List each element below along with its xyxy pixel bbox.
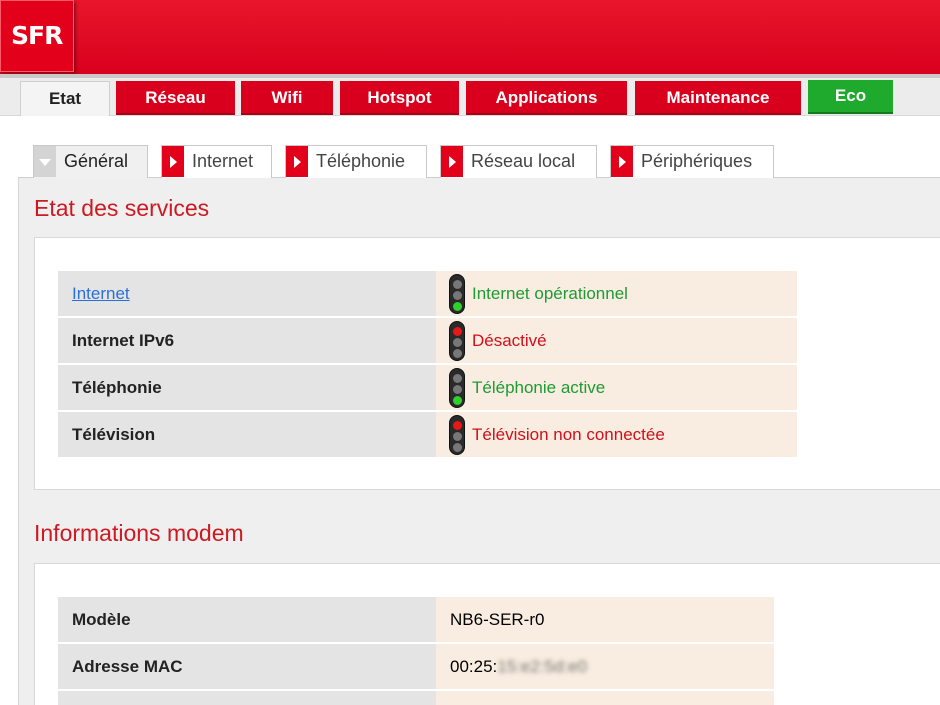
table-row: Adresse MAC 00:25:15:e2:5d:e0	[58, 644, 774, 689]
sfr-logo[interactable]: SFR	[0, 0, 74, 72]
header-bar: SFR	[0, 0, 940, 74]
chevron-right-icon	[286, 146, 308, 177]
logo-text: SFR	[11, 21, 63, 50]
chevron-down-icon	[34, 146, 56, 177]
modem-value: NB6-SER-r0	[436, 597, 774, 642]
chevron-right-icon	[611, 146, 633, 177]
tab-eco[interactable]: Eco	[808, 80, 893, 114]
subtab-telephonie[interactable]: Téléphonie	[285, 145, 427, 178]
tab-maintenance[interactable]: Maintenance	[635, 81, 801, 115]
traffic-light-icon	[449, 415, 465, 455]
general-panel: Etat des services Internet Internet opér…	[18, 178, 940, 705]
modem-value	[436, 691, 774, 705]
main-nav: Etat Réseau Wifi Hotspot Applications Ma…	[0, 78, 940, 117]
modem-title: Informations modem	[34, 520, 244, 546]
traffic-light-icon	[449, 368, 465, 408]
chevron-right-icon	[441, 146, 463, 177]
subtab-label: Internet	[192, 151, 254, 171]
services-box: Internet Internet opérationnel Internet …	[34, 237, 940, 490]
service-label[interactable]: Internet	[58, 271, 436, 316]
table-row: Téléphonie Téléphonie active	[58, 365, 797, 410]
modem-value: 00:25:15:e2:5d:e0	[436, 644, 774, 689]
service-status: Internet opérationnel	[436, 271, 797, 316]
subtab-reseau-local[interactable]: Réseau local	[440, 145, 597, 178]
subtab-label: Téléphonie	[316, 151, 406, 171]
internet-link[interactable]: Internet	[72, 284, 130, 303]
tab-hotspot[interactable]: Hotspot	[340, 81, 459, 115]
subtab-label: Réseau local	[471, 151, 576, 171]
modem-label	[58, 691, 436, 705]
service-status: Désactivé	[436, 318, 797, 363]
status-text: Internet opérationnel	[472, 283, 628, 303]
services-title: Etat des services	[34, 195, 210, 221]
table-row: Télévision Télévision non connectée	[58, 412, 797, 457]
modem-box: Modèle NB6-SER-r0 Adresse MAC 00:25:15:e…	[34, 563, 940, 705]
services-table: Internet Internet opérationnel Internet …	[58, 269, 797, 459]
subtab-label: Général	[64, 151, 129, 171]
service-label: Télévision	[58, 412, 436, 457]
mac-visible: 00:25:	[450, 656, 498, 676]
tab-applications[interactable]: Applications	[466, 81, 627, 115]
subtab-label: Périphériques	[641, 151, 753, 171]
chevron-right-icon	[162, 146, 184, 177]
table-row: Internet Internet opérationnel	[58, 271, 797, 316]
modem-label: Adresse MAC	[58, 644, 436, 689]
table-row: Modèle NB6-SER-r0	[58, 597, 774, 642]
status-text: Télévision non connectée	[472, 424, 665, 444]
subtab-general[interactable]: Général	[33, 145, 148, 179]
tab-wifi[interactable]: Wifi	[241, 81, 333, 115]
content-area: Général Internet Téléphonie Réseau local…	[0, 116, 940, 705]
service-label: Téléphonie	[58, 365, 436, 410]
tab-reseau[interactable]: Réseau	[116, 81, 235, 115]
traffic-light-icon	[449, 274, 465, 314]
service-status: Téléphonie active	[436, 365, 797, 410]
modem-table: Modèle NB6-SER-r0 Adresse MAC 00:25:15:e…	[58, 595, 774, 705]
tab-etat[interactable]: Etat	[20, 81, 110, 117]
status-text: Téléphonie active	[472, 377, 606, 397]
modem-label: Modèle	[58, 597, 436, 642]
subtab-internet[interactable]: Internet	[161, 145, 272, 178]
subtab-peripheriques[interactable]: Périphériques	[610, 145, 774, 178]
table-row	[58, 691, 774, 705]
table-row: Internet IPv6 Désactivé	[58, 318, 797, 363]
mac-blurred: 15:e2:5d:e0	[497, 656, 588, 676]
traffic-light-icon	[449, 321, 465, 361]
service-status: Télévision non connectée	[436, 412, 797, 457]
service-label: Internet IPv6	[58, 318, 436, 363]
